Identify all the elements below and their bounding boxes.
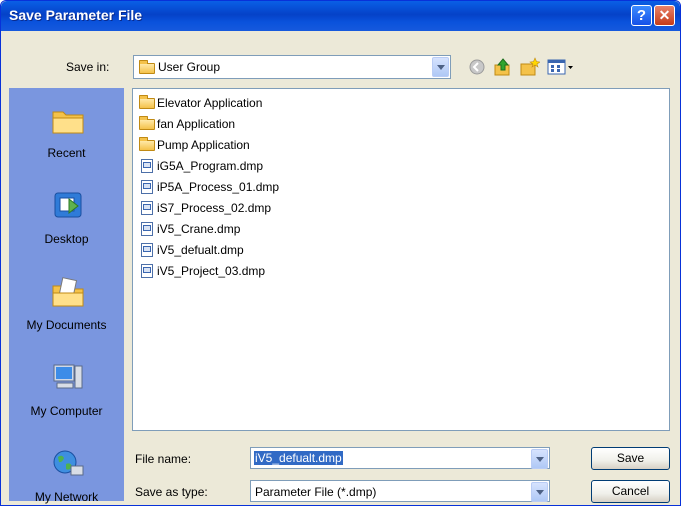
title-bar[interactable]: Save Parameter File ? ✕ (1, 1, 680, 31)
list-item[interactable]: iS7_Process_02.dmp (139, 199, 271, 217)
chevron-down-icon[interactable] (531, 482, 548, 502)
view-menu-icon[interactable] (547, 57, 575, 77)
folder-icon (139, 137, 155, 151)
list-item[interactable]: iG5A_Program.dmp (139, 157, 263, 175)
save-in-value: User Group (158, 60, 221, 74)
place-label: My Documents (26, 318, 107, 332)
item-name: iG5A_Program.dmp (157, 159, 264, 173)
place-label: Desktop (44, 232, 89, 246)
desktop-icon (54, 192, 82, 218)
place-desktop[interactable]: Desktop (9, 174, 124, 260)
folder-icon (139, 60, 155, 74)
new-folder-icon[interactable] (520, 57, 540, 77)
list-item[interactable]: iV5_Project_03.dmp (139, 262, 265, 280)
file-list[interactable]: Elevator Application fan Application Pum… (132, 88, 670, 431)
place-label: Recent (47, 146, 86, 160)
save-as-type-select[interactable]: Parameter File (*.dmp) (250, 480, 550, 502)
chevron-down-icon[interactable] (531, 449, 548, 469)
list-item[interactable]: fan Application (139, 115, 235, 133)
chevron-down-icon[interactable] (432, 57, 449, 77)
item-name: iV5_Project_03.dmp (157, 264, 266, 278)
dmp-file-icon (141, 159, 153, 173)
dmp-file-icon (141, 222, 153, 236)
close-button[interactable]: ✕ (654, 5, 675, 26)
save-button[interactable]: Save (591, 447, 670, 470)
place-label: My Network (34, 490, 99, 504)
item-name: Elevator Application (157, 96, 263, 110)
list-item[interactable]: Pump Application (139, 136, 250, 154)
window-title: Save Parameter File (9, 7, 143, 23)
place-recent[interactable]: Recent (9, 88, 124, 174)
filename-value: iV5_defualt.dmp (254, 451, 343, 465)
save-as-type-value: Parameter File (*.dmp) (255, 485, 377, 499)
my-documents-icon (52, 277, 84, 307)
folder-icon (139, 116, 155, 130)
cancel-button[interactable]: Cancel (591, 480, 670, 503)
dmp-file-icon (141, 180, 153, 194)
list-item[interactable]: iP5A_Process_01.dmp (139, 178, 279, 196)
my-computer-icon (53, 364, 83, 389)
dmp-file-icon (141, 264, 153, 278)
filename-input[interactable]: iV5_defualt.dmp (250, 447, 550, 469)
help-button[interactable]: ? (631, 5, 652, 26)
dmp-file-icon (141, 243, 153, 257)
recent-folder-icon (52, 111, 84, 134)
list-item[interactable]: iV5_Crane.dmp (139, 220, 240, 238)
list-item[interactable]: Elevator Application (139, 94, 262, 112)
up-folder-icon[interactable] (493, 57, 513, 77)
item-name: iP5A_Process_01.dmp (157, 180, 280, 194)
item-name: iV5_Crane.dmp (157, 222, 241, 236)
back-icon[interactable] (467, 57, 487, 77)
place-my-computer[interactable]: My Computer (9, 346, 124, 432)
filename-label: File name: (135, 452, 192, 466)
list-item[interactable]: iV5_defualt.dmp (139, 241, 244, 259)
dmp-file-icon (141, 201, 153, 215)
my-network-icon (53, 450, 84, 476)
item-name: iV5_defualt.dmp (157, 243, 244, 257)
item-name: fan Application (157, 117, 236, 131)
folder-icon (139, 95, 155, 109)
item-name: iS7_Process_02.dmp (157, 201, 272, 215)
place-my-documents[interactable]: My Documents (9, 260, 124, 346)
save-dialog: Save Parameter File ? ✕ Save in: User Gr… (0, 0, 681, 506)
item-name: Pump Application (157, 138, 250, 152)
save-in-label: Save in: (66, 60, 110, 74)
save-in-dropdown[interactable]: User Group (133, 55, 451, 79)
places-bar: Recent Desktop My Documents My Computer … (9, 88, 124, 504)
place-label: My Computer (30, 404, 103, 418)
save-as-type-label: Save as type: (135, 485, 208, 499)
place-my-network[interactable]: My Network (9, 432, 124, 505)
